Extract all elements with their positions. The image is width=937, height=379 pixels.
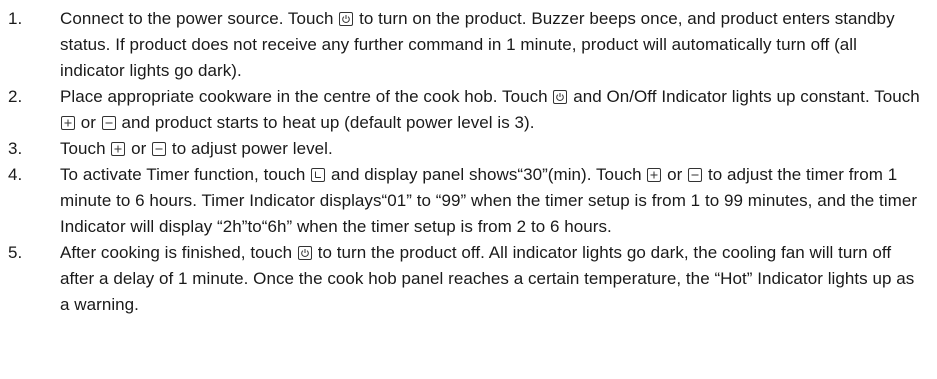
step-number: 3. xyxy=(8,139,23,158)
power-icon xyxy=(553,90,568,104)
step-text-segment: or xyxy=(76,113,101,132)
step-number: 4. xyxy=(8,165,23,184)
instruction-steps: 1. Connect to the power source. Touch to… xyxy=(8,6,929,318)
step-text-segment: and display panel shows“30”(min). Touch xyxy=(326,165,647,184)
step-number: 5. xyxy=(8,243,23,262)
step-text-segment: Touch xyxy=(60,139,111,158)
step-number: 2. xyxy=(8,87,23,106)
power-icon xyxy=(339,12,354,26)
instruction-document: 1. Connect to the power source. Touch to… xyxy=(0,0,937,379)
minus-icon xyxy=(152,142,167,156)
step-text: Touch or to adjust power level. xyxy=(60,136,929,162)
step-text: Connect to the power source. Touch to tu… xyxy=(60,6,929,84)
step-5: 5. After cooking is finished, touch to t… xyxy=(8,240,929,318)
step-1: 1. Connect to the power source. Touch to… xyxy=(8,6,929,84)
step-text-segment: to adjust power level. xyxy=(167,139,333,158)
plus-icon xyxy=(61,116,75,130)
step-text: To activate Timer function, touch and di… xyxy=(60,162,929,240)
minus-icon xyxy=(101,116,116,130)
step-text-segment: or xyxy=(126,139,152,158)
step-text-segment: To activate Timer function, touch xyxy=(60,165,311,184)
minus-icon xyxy=(688,168,703,182)
power-icon xyxy=(297,246,312,260)
step-4: 4. To activate Timer function, touch and… xyxy=(8,162,929,240)
step-text-segment: and On/Off Indicator lights up constant.… xyxy=(568,87,920,106)
step-3: 3. Touch or to adjust power level. xyxy=(8,136,929,162)
step-2: 2. Place appropriate cookware in the cen… xyxy=(8,84,929,136)
step-text-segment: Connect to the power source. Touch xyxy=(60,9,339,28)
step-text-segment: Place appropriate cookware in the centre… xyxy=(60,87,553,106)
plus-icon xyxy=(111,142,126,156)
step-text-segment: or xyxy=(662,165,688,184)
plus-icon xyxy=(647,168,662,182)
timer-icon xyxy=(311,168,326,182)
step-text: After cooking is finished, touch to turn… xyxy=(60,240,929,318)
step-text: Place appropriate cookware in the centre… xyxy=(60,84,929,136)
step-text-segment: and product starts to heat up (default p… xyxy=(116,113,535,132)
step-text-segment: After cooking is finished, touch xyxy=(60,243,297,262)
step-number: 1. xyxy=(8,9,23,28)
